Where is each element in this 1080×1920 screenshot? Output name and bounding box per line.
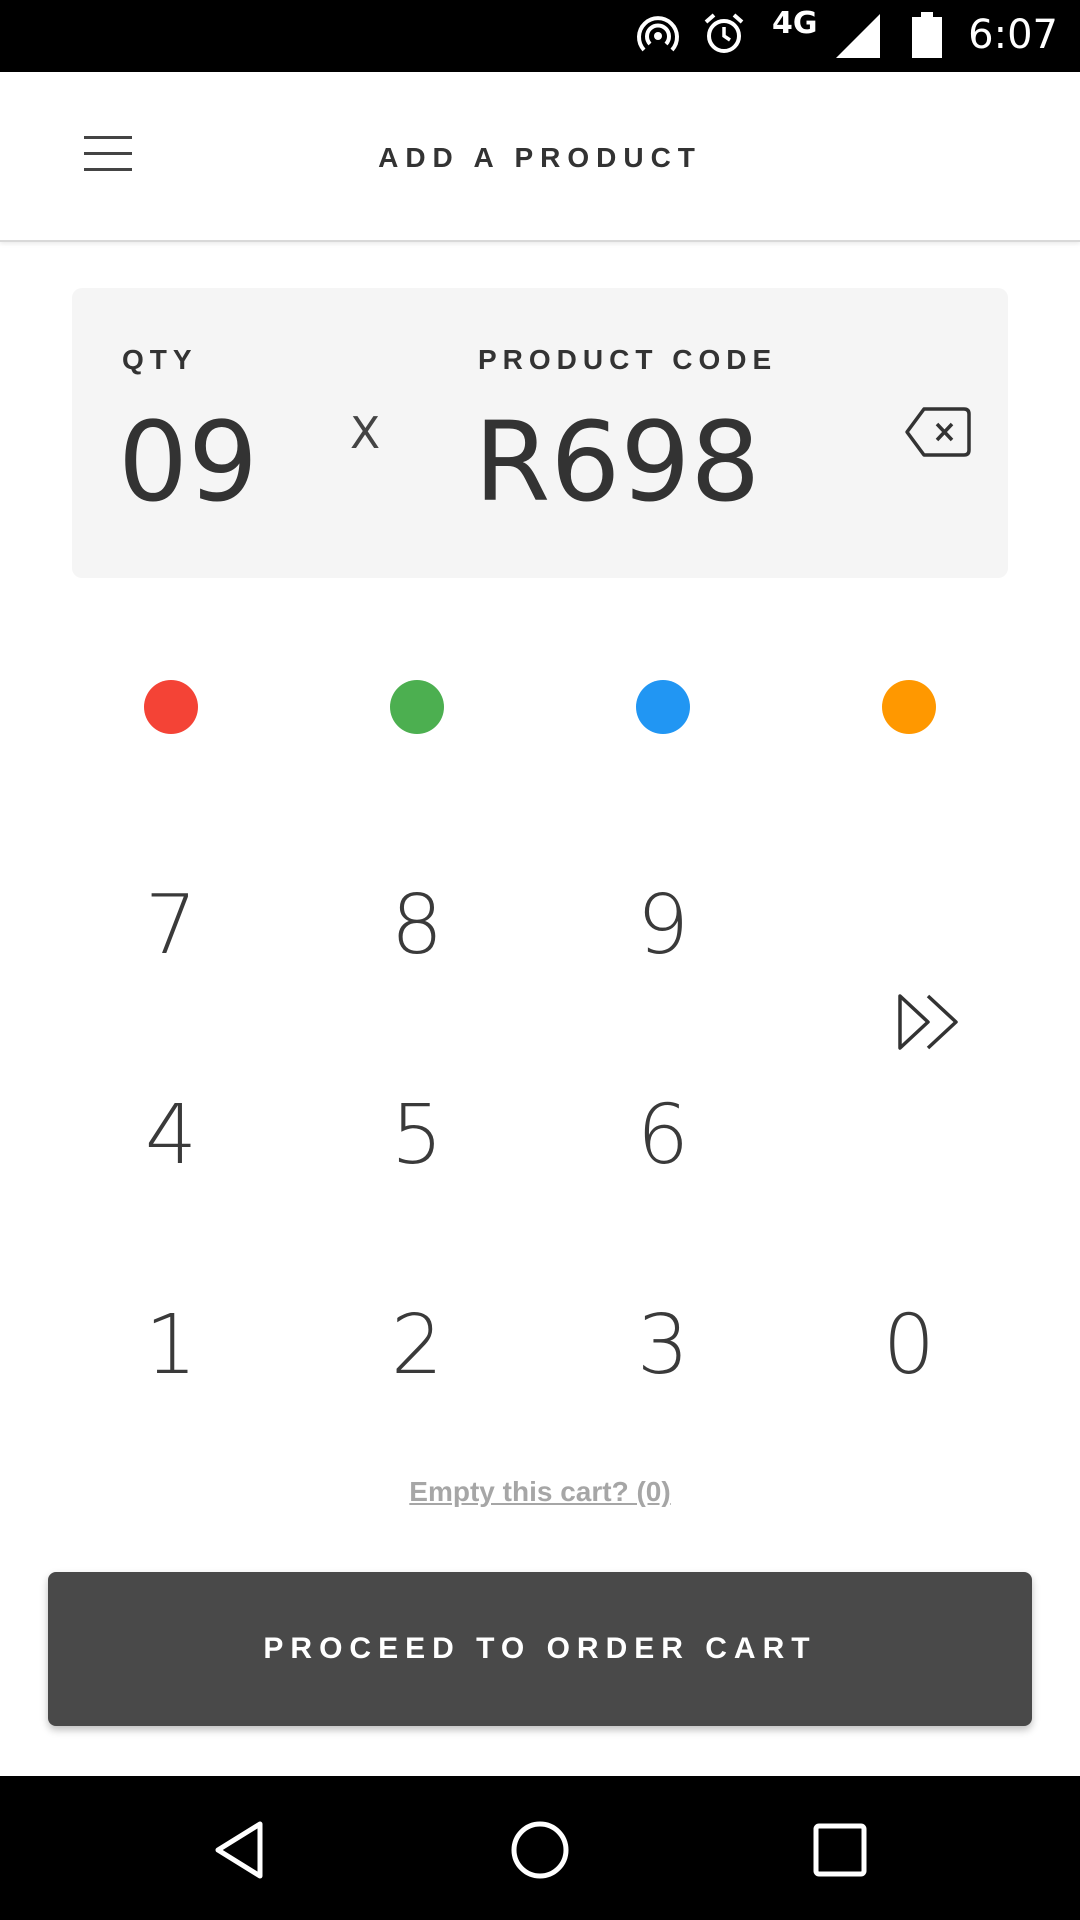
color-orange-button[interactable] bbox=[882, 680, 936, 734]
home-icon[interactable] bbox=[508, 1818, 572, 1882]
status-bar: 4G 6:07 bbox=[0, 0, 1080, 72]
clock: 6:07 bbox=[968, 12, 1058, 58]
qty-label: QTY bbox=[122, 344, 198, 375]
key-1[interactable]: 1 bbox=[91, 1286, 251, 1406]
backspace-icon[interactable] bbox=[904, 406, 972, 458]
recents-icon[interactable] bbox=[808, 1818, 872, 1882]
qty-value[interactable]: 09 bbox=[118, 398, 258, 526]
page-title: ADD A PRODUCT bbox=[378, 142, 702, 173]
key-9[interactable]: 9 bbox=[583, 866, 743, 986]
multiply-sign: X bbox=[350, 408, 381, 459]
signal-icon bbox=[836, 14, 880, 58]
key-5[interactable]: 5 bbox=[337, 1076, 497, 1196]
product-code-label: PRODUCT CODE bbox=[478, 344, 778, 375]
product-code-value[interactable]: R698 bbox=[474, 398, 760, 526]
key-7[interactable]: 7 bbox=[91, 866, 251, 986]
color-blue-button[interactable] bbox=[636, 680, 690, 734]
network-type: 4G bbox=[772, 6, 818, 41]
key-8[interactable]: 8 bbox=[337, 866, 497, 986]
color-red-button[interactable] bbox=[144, 680, 198, 734]
color-green-button[interactable] bbox=[390, 680, 444, 734]
alarm-icon bbox=[704, 13, 744, 53]
empty-cart-link[interactable]: Empty this cart? (0) bbox=[0, 1476, 1080, 1508]
navigation-bar bbox=[0, 1776, 1080, 1920]
key-0[interactable]: 0 bbox=[829, 1286, 989, 1406]
app-bar: ADD A PRODUCT bbox=[0, 72, 1080, 242]
key-3[interactable]: 3 bbox=[583, 1286, 743, 1406]
key-6[interactable]: 6 bbox=[583, 1076, 743, 1196]
key-4[interactable]: 4 bbox=[91, 1076, 251, 1196]
fast-forward-icon[interactable] bbox=[896, 990, 964, 1054]
proceed-to-cart-button[interactable]: PROCEED TO ORDER CART bbox=[48, 1572, 1032, 1726]
hotspot-icon bbox=[637, 16, 679, 52]
back-icon[interactable] bbox=[208, 1818, 272, 1882]
key-2[interactable]: 2 bbox=[337, 1286, 497, 1406]
battery-icon bbox=[912, 12, 942, 58]
entry-panel: QTY 09 X PRODUCT CODE R698 bbox=[72, 288, 1008, 578]
